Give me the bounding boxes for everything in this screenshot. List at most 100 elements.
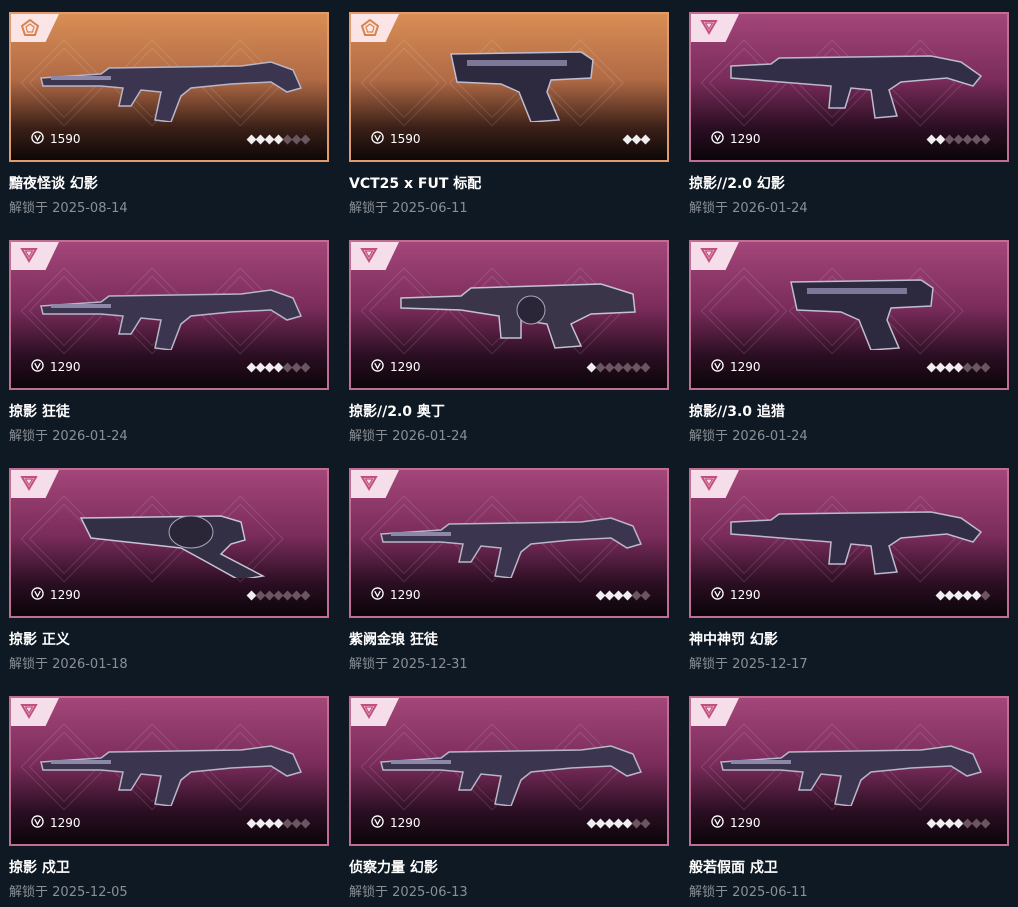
price-value: 1290 (730, 360, 761, 374)
unlock-date: 解锁于 2025-06-11 (349, 197, 468, 216)
skin-card[interactable]: ◇◇◇1290 掠影 戍卫解锁于 2025-12-05 (9, 696, 349, 906)
price-value: 1590 (50, 132, 81, 146)
price-tag: 1290 (711, 130, 761, 148)
smg-icon (730, 55, 983, 119)
unlock-prefix: 解锁于 (349, 657, 389, 672)
skin-grid: ◇◇◇1590 黯夜怪谈 幻影解锁于 2025-08-14 ◇◇◇1590 VCT25… (0, 0, 1018, 907)
price-tag: 1290 (31, 586, 81, 604)
valorant-points-icon (31, 815, 44, 831)
rifle-icon (40, 745, 303, 806)
skin-name: 掠影 戍卫 (9, 860, 70, 876)
unlock-prefix: 解锁于 (349, 885, 389, 900)
skin-name: 般若假面 戍卫 (689, 860, 778, 876)
skin-tile[interactable]: ◇◇◇1290 (349, 696, 669, 846)
skin-tile[interactable]: ◇◇◇1290 (689, 240, 1009, 390)
skin-tile[interactable]: ◇◇◇1290 (9, 468, 329, 618)
skin-tile[interactable]: ◇◇◇1290 (9, 696, 329, 846)
rating-diamond (980, 134, 991, 144)
rating-diamond (300, 134, 311, 144)
skin-card[interactable]: ◇◇◇1290 般若假面 戍卫解锁于 2025-06-11 (689, 696, 1018, 906)
price-value: 1290 (730, 588, 761, 602)
skin-tile[interactable]: ◇◇◇1290 (9, 240, 329, 390)
skin-name: VCT25 x FUT 标配 (349, 176, 482, 192)
price-value: 1290 (50, 816, 81, 830)
rifle-icon (40, 61, 303, 122)
unlock-date: 解锁于 2026-01-24 (689, 425, 808, 444)
rating-diamonds (246, 817, 311, 829)
skin-card[interactable]: ◇◇◇1290 掠影//2.0 奥丁解锁于 2026-01-24 (349, 240, 689, 450)
rifle-icon (40, 289, 303, 350)
revolver-icon (79, 515, 266, 578)
unlock-prefix: 解锁于 (349, 201, 389, 216)
skin-card[interactable]: ◇◇◇1290 掠影//2.0 幻影解锁于 2026-01-24 (689, 12, 1018, 222)
pistol-icon (450, 51, 594, 122)
skin-tile[interactable]: ◇◇◇1290 (689, 696, 1009, 846)
unlock-prefix: 解锁于 (9, 429, 49, 444)
unlock-date-value: 2025-06-11 (392, 201, 468, 216)
valorant-points-icon (371, 131, 384, 147)
skin-tile[interactable]: ◇◇◇1590 (349, 12, 669, 162)
price-tag: 1590 (371, 130, 421, 148)
unlock-date-value: 2025-06-13 (392, 885, 468, 900)
unlock-prefix: 解锁于 (9, 885, 49, 900)
price-tag: 1590 (31, 130, 81, 148)
rating-diamond (300, 818, 311, 828)
unlock-date: 解锁于 2025-06-11 (689, 881, 808, 900)
unlock-date-value: 2025-12-05 (52, 885, 128, 900)
unlock-prefix: 解锁于 (689, 657, 729, 672)
skin-card[interactable]: ◇◇◇1290 紫阙金琅 狂徒解锁于 2025-12-31 (349, 468, 689, 678)
unlock-date: 解锁于 2025-12-05 (9, 881, 128, 900)
rifle-icon (380, 517, 643, 578)
price-tag: 1290 (31, 358, 81, 376)
valorant-points-icon (711, 359, 724, 375)
price-tag: 1290 (31, 814, 81, 832)
rating-diamonds (586, 817, 651, 829)
skin-name: 掠影//2.0 奥丁 (349, 404, 445, 420)
unlock-date-value: 2026-01-24 (52, 429, 128, 444)
rating-diamond (980, 362, 991, 372)
rating-diamond (980, 590, 991, 600)
rating-diamonds (595, 589, 651, 601)
skin-tile[interactable]: ◇◇◇1290 (689, 468, 1009, 618)
skin-tile[interactable]: ◇◇◇1590 (9, 12, 329, 162)
skin-card[interactable]: ◇◇◇1290 掠影 狂徒解锁于 2026-01-24 (9, 240, 349, 450)
unlock-date: 解锁于 2026-01-24 (9, 425, 128, 444)
unlock-date-value: 2025-08-14 (52, 201, 128, 216)
skin-card[interactable]: ◇◇◇1290 侦察力量 幻影解锁于 2025-06-13 (349, 696, 689, 906)
valorant-points-icon (371, 587, 384, 603)
skin-card[interactable]: ◇◇◇1590 VCT25 x FUT 标配解锁于 2025-06-11 (349, 12, 689, 222)
valorant-points-icon (711, 131, 724, 147)
skin-name: 掠影//2.0 幻影 (689, 176, 785, 192)
price-value: 1290 (390, 816, 421, 830)
skin-card[interactable]: ◇◇◇1290 神中神罚 幻影解锁于 2025-12-17 (689, 468, 1018, 678)
skin-card[interactable]: ◇◇◇1290 掠影//3.0 追猎解锁于 2026-01-24 (689, 240, 1018, 450)
skin-card[interactable]: ◇◇◇1590 黯夜怪谈 幻影解锁于 2025-08-14 (9, 12, 349, 222)
valorant-points-icon (31, 131, 44, 147)
unlock-date-value: 2025-12-31 (392, 657, 468, 672)
unlock-date-value: 2025-06-11 (732, 885, 808, 900)
skin-name: 神中神罚 幻影 (689, 632, 778, 648)
skin-tile[interactable]: ◇◇◇1290 (349, 468, 669, 618)
pistol-icon (790, 279, 934, 350)
valorant-points-icon (371, 815, 384, 831)
skin-tile[interactable]: ◇◇◇1290 (349, 240, 669, 390)
unlock-date-value: 2026-01-24 (732, 201, 808, 216)
rating-diamonds (246, 133, 311, 145)
rating-diamond (980, 818, 991, 828)
price-value: 1290 (730, 132, 761, 146)
valorant-points-icon (371, 359, 384, 375)
rating-diamonds (926, 817, 991, 829)
price-value: 1590 (390, 132, 421, 146)
heavy-icon (400, 283, 636, 349)
rifle-icon (720, 745, 983, 806)
rating-diamond (300, 590, 311, 600)
rating-diamond (300, 362, 311, 372)
rating-diamond (640, 818, 651, 828)
skin-card[interactable]: ◇◇◇ 1290 掠影 正义 解锁于 2026-01-18 (9, 468, 349, 678)
unlock-prefix: 解锁于 (689, 429, 729, 444)
price-tag: 1290 (711, 586, 761, 604)
price-value: 1290 (390, 588, 421, 602)
price-tag: 1290 (371, 586, 421, 604)
rating-diamonds (622, 133, 651, 145)
skin-tile[interactable]: ◇◇◇1290 (689, 12, 1009, 162)
